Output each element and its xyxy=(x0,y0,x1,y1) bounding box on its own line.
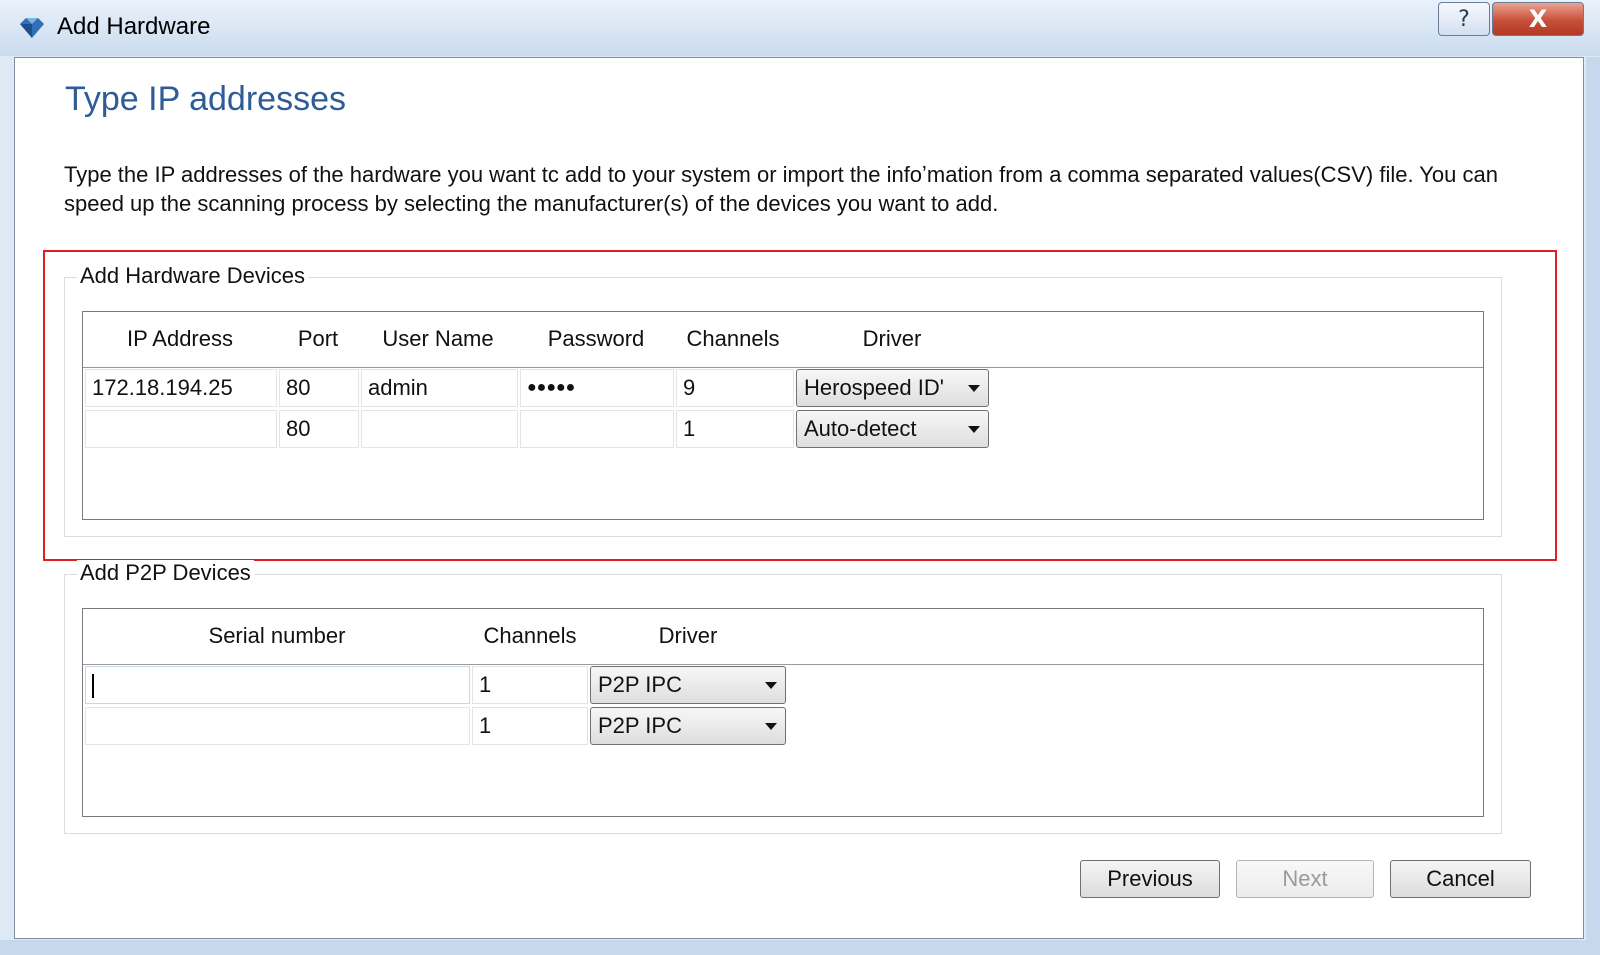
ip-field[interactable]: 172.18.194.25 xyxy=(85,369,277,407)
column-header-password: Password xyxy=(547,326,645,351)
app-logo-icon xyxy=(20,18,44,38)
header-divider xyxy=(83,367,1483,368)
window-frame-right xyxy=(1586,57,1600,955)
serial-number-field[interactable] xyxy=(85,666,470,704)
column-header-port: Port xyxy=(297,326,339,351)
password-field[interactable] xyxy=(520,410,674,448)
cancel-button[interactable]: Cancel xyxy=(1390,860,1531,898)
column-header-ip: IP Address xyxy=(127,326,233,351)
next-button[interactable]: Next xyxy=(1236,860,1374,898)
channels-field[interactable]: 9 xyxy=(676,369,794,407)
window-title: Add Hardware xyxy=(57,13,211,40)
column-header-channels: Channels xyxy=(483,623,577,648)
column-header-serial: Serial number xyxy=(208,623,346,648)
chevron-down-icon xyxy=(968,385,980,392)
help-button[interactable]: ? xyxy=(1438,2,1490,36)
password-field[interactable]: ●●●●● xyxy=(520,369,674,407)
username-field[interactable]: admin xyxy=(361,369,518,407)
chevron-down-icon xyxy=(765,682,777,689)
driver-dropdown-value: Auto-detect xyxy=(804,416,917,441)
window-frame-bottom xyxy=(0,940,1600,955)
chevron-down-icon xyxy=(968,426,980,433)
p2p-driver-dropdown-value: P2P IPC xyxy=(598,672,682,697)
serial-number-field[interactable] xyxy=(85,707,470,745)
p2p-driver-dropdown[interactable]: P2P IPC xyxy=(590,666,786,704)
help-icon: ? xyxy=(1458,6,1470,32)
column-header-driver: Driver xyxy=(658,623,718,648)
channels-field[interactable]: 1 xyxy=(472,707,588,745)
driver-dropdown[interactable]: Auto-detect xyxy=(796,410,989,448)
column-header-driver: Driver xyxy=(862,326,922,351)
column-header-user: User Name xyxy=(382,326,494,351)
p2p-driver-dropdown[interactable]: P2P IPC xyxy=(590,707,786,745)
p2p-driver-dropdown-value: P2P IPC xyxy=(598,713,682,738)
port-field[interactable]: 80 xyxy=(279,410,359,448)
header-divider xyxy=(83,664,1483,665)
username-field[interactable] xyxy=(361,410,518,448)
close-icon: X xyxy=(1528,5,1548,33)
page-title: Type IP addresses xyxy=(65,80,346,118)
page-description: Type the IP addresses of the hardware yo… xyxy=(64,162,1498,216)
hardware-group-legend: Add Hardware Devices xyxy=(77,263,308,289)
column-header-channels: Channels xyxy=(686,326,780,351)
chevron-down-icon xyxy=(765,723,777,730)
channels-field[interactable]: 1 xyxy=(676,410,794,448)
close-button[interactable]: X xyxy=(1492,2,1584,36)
text-cursor xyxy=(92,674,94,698)
driver-dropdown-value: Herospeed ID' xyxy=(804,375,944,400)
driver-dropdown[interactable]: Herospeed ID' xyxy=(796,369,989,407)
p2p-group-legend: Add P2P Devices xyxy=(77,560,254,586)
ip-field[interactable] xyxy=(85,410,277,448)
previous-button[interactable]: Previous xyxy=(1080,860,1220,898)
title-bar: Add Hardware ? X xyxy=(0,0,1600,56)
port-field[interactable]: 80 xyxy=(279,369,359,407)
channels-field[interactable]: 1 xyxy=(472,666,588,704)
